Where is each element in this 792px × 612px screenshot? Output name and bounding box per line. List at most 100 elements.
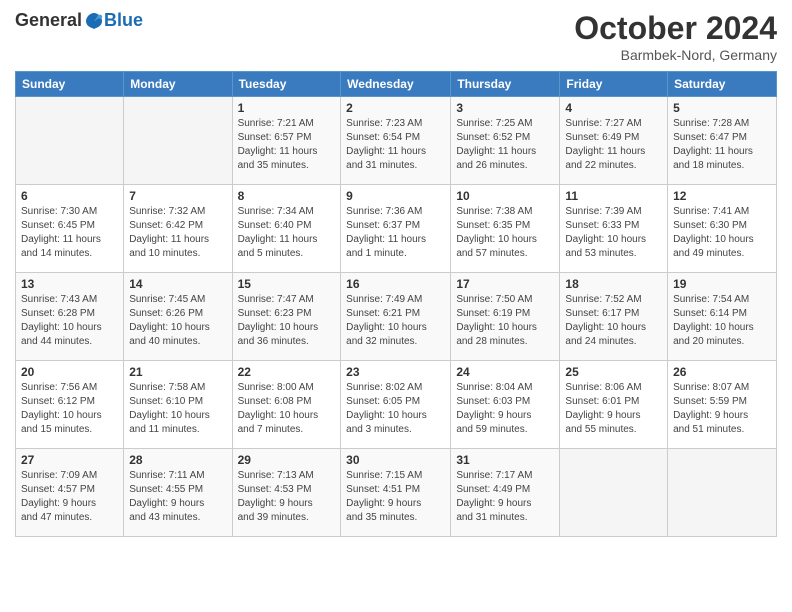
- logo: General Blue: [15, 10, 143, 31]
- table-row: 5 Sunrise: 7:28 AM Sunset: 6:47 PM Daylig…: [668, 97, 777, 185]
- table-row: 6 Sunrise: 7:30 AM Sunset: 6:45 PM Daylig…: [16, 185, 124, 273]
- day-number: 9: [346, 189, 445, 203]
- table-row: 24 Sunrise: 8:04 AM Sunset: 6:03 PM Dayli…: [451, 361, 560, 449]
- day-detail: Sunrise: 7:56 AM Sunset: 6:12 PM Dayligh…: [21, 381, 118, 437]
- table-row: 17Sunrise: 7:50 AM Sunset: 6:19 PM Dayli…: [451, 273, 560, 361]
- day-number: 23: [346, 365, 445, 379]
- day-detail: Sunrise: 7:27 AM Sunset: 6:49 PM Dayligh…: [565, 117, 662, 173]
- day-detail: Sunrise: 7:30 AM Sunset: 6:45 PM Dayligh…: [21, 205, 118, 261]
- col-tuesday: Tuesday: [232, 72, 341, 97]
- month-title: October 2024: [574, 10, 777, 47]
- table-row: [16, 97, 124, 185]
- day-number: 15: [238, 277, 336, 291]
- calendar-week-row: 27Sunrise: 7:09 AM Sunset: 4:57 PM Dayli…: [16, 449, 777, 537]
- table-row: [560, 449, 668, 537]
- day-number: 1: [238, 101, 336, 115]
- table-row: 11Sunrise: 7:39 AM Sunset: 6:33 PM Dayli…: [560, 185, 668, 273]
- table-row: 16 Sunrise: 7:49 AM Sunset: 6:21 PM Dayli…: [341, 273, 451, 361]
- day-number: 19: [673, 277, 771, 291]
- table-row: 28 Sunrise: 7:11 AM Sunset: 4:55 PM Dayli…: [124, 449, 232, 537]
- table-row: 10 Sunrise: 7:38 AM Sunset: 6:35 PM Dayli…: [451, 185, 560, 273]
- calendar-week-row: 20 Sunrise: 7:56 AM Sunset: 6:12 PM Dayli…: [16, 361, 777, 449]
- day-number: 5: [673, 101, 771, 115]
- calendar-table: Sunday Monday Tuesday Wednesday Thursday…: [15, 71, 777, 537]
- calendar-week-row: 13 Sunrise: 7:43 AM Sunset: 6:28 PM Dayli…: [16, 273, 777, 361]
- day-detail: Sunrise: 7:25 AM Sunset: 6:52 PM Dayligh…: [456, 117, 554, 173]
- col-wednesday: Wednesday: [341, 72, 451, 97]
- header: General Blue October 2024 Barmbek-Nord, …: [15, 10, 777, 63]
- day-number: 7: [129, 189, 226, 203]
- table-row: 31 Sunrise: 7:17 AM Sunset: 4:49 PM Dayli…: [451, 449, 560, 537]
- day-detail: Sunrise: 7:45 AM Sunset: 6:26 PM Dayligh…: [129, 293, 226, 349]
- day-number: 2: [346, 101, 445, 115]
- logo-blue-text: Blue: [104, 10, 143, 31]
- day-detail: Sunrise: 7:49 AM Sunset: 6:21 PM Dayligh…: [346, 293, 445, 349]
- day-detail: Sunrise: 8:07 AM Sunset: 5:59 PM Dayligh…: [673, 381, 771, 437]
- location: Barmbek-Nord, Germany: [574, 47, 777, 63]
- day-number: 21: [129, 365, 226, 379]
- main-container: General Blue October 2024 Barmbek-Nord, …: [0, 0, 792, 547]
- table-row: 12 Sunrise: 7:41 AM Sunset: 6:30 PM Dayli…: [668, 185, 777, 273]
- day-number: 25: [565, 365, 662, 379]
- day-number: 29: [238, 453, 336, 467]
- day-number: 31: [456, 453, 554, 467]
- calendar-header-row: Sunday Monday Tuesday Wednesday Thursday…: [16, 72, 777, 97]
- table-row: [124, 97, 232, 185]
- day-detail: Sunrise: 7:34 AM Sunset: 6:40 PM Dayligh…: [238, 205, 336, 261]
- day-detail: Sunrise: 7:43 AM Sunset: 6:28 PM Dayligh…: [21, 293, 118, 349]
- day-detail: Sunrise: 7:32 AM Sunset: 6:42 PM Dayligh…: [129, 205, 226, 261]
- day-detail: Sunrise: 7:15 AM Sunset: 4:51 PM Dayligh…: [346, 469, 445, 525]
- logo-general-text: General: [15, 10, 82, 31]
- table-row: 9 Sunrise: 7:36 AM Sunset: 6:37 PM Daylig…: [341, 185, 451, 273]
- day-detail: Sunrise: 7:58 AM Sunset: 6:10 PM Dayligh…: [129, 381, 226, 437]
- day-detail: Sunrise: 7:38 AM Sunset: 6:35 PM Dayligh…: [456, 205, 554, 261]
- table-row: 23 Sunrise: 8:02 AM Sunset: 6:05 PM Dayli…: [341, 361, 451, 449]
- day-number: 14: [129, 277, 226, 291]
- day-detail: Sunrise: 7:23 AM Sunset: 6:54 PM Dayligh…: [346, 117, 445, 173]
- logo-bird-icon: [84, 11, 104, 31]
- calendar-body: 1Sunrise: 7:21 AM Sunset: 6:57 PM Daylig…: [16, 97, 777, 537]
- day-detail: Sunrise: 7:36 AM Sunset: 6:37 PM Dayligh…: [346, 205, 445, 261]
- table-row: 27Sunrise: 7:09 AM Sunset: 4:57 PM Dayli…: [16, 449, 124, 537]
- title-section: October 2024 Barmbek-Nord, Germany: [574, 10, 777, 63]
- day-number: 16: [346, 277, 445, 291]
- day-detail: Sunrise: 7:41 AM Sunset: 6:30 PM Dayligh…: [673, 205, 771, 261]
- table-row: 19Sunrise: 7:54 AM Sunset: 6:14 PM Dayli…: [668, 273, 777, 361]
- table-row: 3Sunrise: 7:25 AM Sunset: 6:52 PM Daylig…: [451, 97, 560, 185]
- day-detail: Sunrise: 7:28 AM Sunset: 6:47 PM Dayligh…: [673, 117, 771, 173]
- day-detail: Sunrise: 8:06 AM Sunset: 6:01 PM Dayligh…: [565, 381, 662, 437]
- table-row: 1Sunrise: 7:21 AM Sunset: 6:57 PM Daylig…: [232, 97, 341, 185]
- day-number: 28: [129, 453, 226, 467]
- table-row: 15Sunrise: 7:47 AM Sunset: 6:23 PM Dayli…: [232, 273, 341, 361]
- day-detail: Sunrise: 7:50 AM Sunset: 6:19 PM Dayligh…: [456, 293, 554, 349]
- day-number: 24: [456, 365, 554, 379]
- col-sunday: Sunday: [16, 72, 124, 97]
- day-number: 4: [565, 101, 662, 115]
- table-row: 20 Sunrise: 7:56 AM Sunset: 6:12 PM Dayli…: [16, 361, 124, 449]
- col-friday: Friday: [560, 72, 668, 97]
- day-number: 12: [673, 189, 771, 203]
- table-row: 13 Sunrise: 7:43 AM Sunset: 6:28 PM Dayli…: [16, 273, 124, 361]
- day-detail: Sunrise: 8:04 AM Sunset: 6:03 PM Dayligh…: [456, 381, 554, 437]
- day-detail: Sunrise: 7:17 AM Sunset: 4:49 PM Dayligh…: [456, 469, 554, 525]
- table-row: 26Sunrise: 8:07 AM Sunset: 5:59 PM Dayli…: [668, 361, 777, 449]
- day-number: 20: [21, 365, 118, 379]
- day-number: 6: [21, 189, 118, 203]
- table-row: 8 Sunrise: 7:34 AM Sunset: 6:40 PM Daylig…: [232, 185, 341, 273]
- day-detail: Sunrise: 7:13 AM Sunset: 4:53 PM Dayligh…: [238, 469, 336, 525]
- table-row: 18Sunrise: 7:52 AM Sunset: 6:17 PM Dayli…: [560, 273, 668, 361]
- day-detail: Sunrise: 7:09 AM Sunset: 4:57 PM Dayligh…: [21, 469, 118, 525]
- day-number: 13: [21, 277, 118, 291]
- day-detail: Sunrise: 7:39 AM Sunset: 6:33 PM Dayligh…: [565, 205, 662, 261]
- day-number: 8: [238, 189, 336, 203]
- calendar-week-row: 1Sunrise: 7:21 AM Sunset: 6:57 PM Daylig…: [16, 97, 777, 185]
- day-detail: Sunrise: 8:02 AM Sunset: 6:05 PM Dayligh…: [346, 381, 445, 437]
- day-number: 10: [456, 189, 554, 203]
- table-row: 14 Sunrise: 7:45 AM Sunset: 6:26 PM Dayli…: [124, 273, 232, 361]
- col-thursday: Thursday: [451, 72, 560, 97]
- day-number: 22: [238, 365, 336, 379]
- day-detail: Sunrise: 7:11 AM Sunset: 4:55 PM Dayligh…: [129, 469, 226, 525]
- day-detail: Sunrise: 8:00 AM Sunset: 6:08 PM Dayligh…: [238, 381, 336, 437]
- table-row: 25 Sunrise: 8:06 AM Sunset: 6:01 PM Dayli…: [560, 361, 668, 449]
- table-row: 7 Sunrise: 7:32 AM Sunset: 6:42 PM Daylig…: [124, 185, 232, 273]
